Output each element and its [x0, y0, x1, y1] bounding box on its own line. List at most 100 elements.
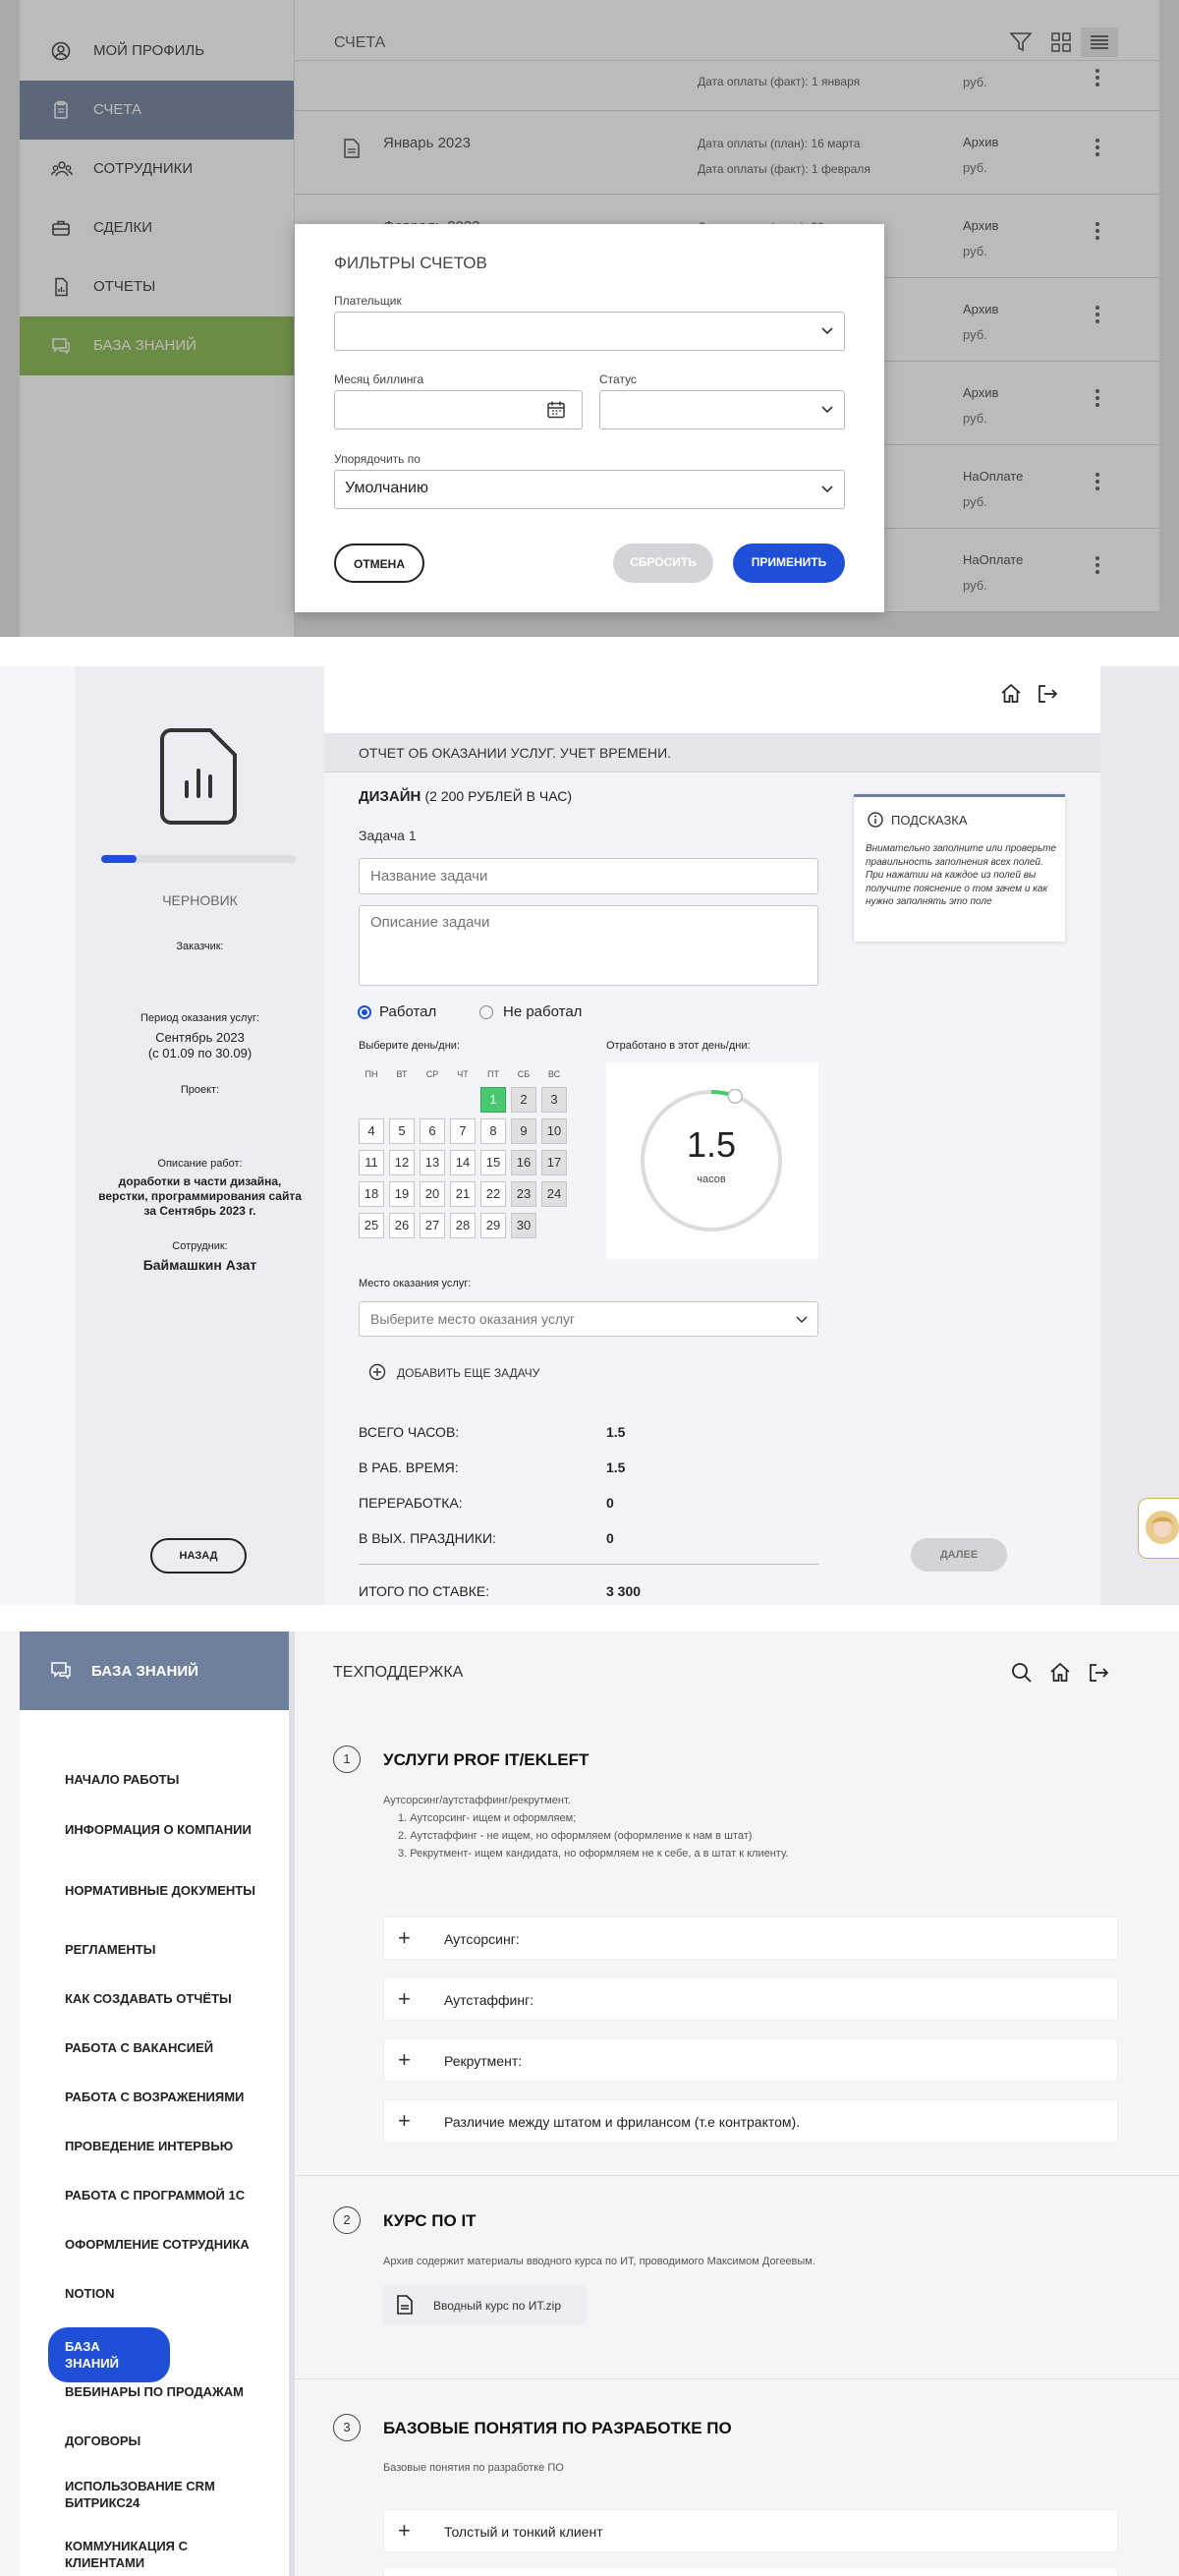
calendar-day[interactable]: 17	[541, 1150, 567, 1175]
home-icon[interactable]	[1000, 683, 1022, 705]
calendar-day[interactable]: 26	[389, 1213, 415, 1238]
calendar-day[interactable]: 7	[450, 1118, 476, 1144]
accordion-label: Рекрутмент:	[444, 2053, 523, 2069]
calendar-day[interactable]: 27	[420, 1213, 445, 1238]
work-label: Описание работ:	[157, 1158, 243, 1170]
calendar-day[interactable]: 1	[480, 1087, 506, 1113]
cancel-button[interactable]: ОТМЕНА	[334, 544, 424, 583]
kb-nav-item[interactable]: КАК СОЗДАВАТЬ ОТЧЁТЫ	[65, 1990, 261, 2007]
calendar-day[interactable]: 12	[389, 1150, 415, 1175]
calendar-day[interactable]: 19	[389, 1181, 415, 1207]
apply-button[interactable]: ПРИМЕНИТЬ	[733, 544, 845, 583]
kb-nav-item[interactable]: НАЧАЛО РАБОТЫ	[65, 1771, 261, 1788]
calendar-day[interactable]: 2	[511, 1087, 536, 1113]
kb-nav-item[interactable]: РАБОТА С ВАКАНСИЕЙ	[65, 2039, 261, 2056]
not-worked-radio[interactable]	[479, 1005, 493, 1019]
kb-nav-item[interactable]: РАБОТА С ВОЗРАЖЕНИЯМИ	[65, 2089, 261, 2105]
calendar-day[interactable]: 10	[541, 1118, 567, 1144]
kb-nav-item[interactable]: ОФОРМЛЕНИЕ СОТРУДНИКА	[65, 2236, 261, 2253]
chevron-down-icon	[796, 1316, 808, 1324]
kb-nav-item[interactable]: ВЕБИНАРЫ ПО ПРОДАЖАМ	[65, 2383, 261, 2400]
kb-nav-item[interactable]: ИНФОРМАЦИЯ О КОМПАНИИ	[65, 1821, 261, 1838]
total-value: 3 300	[606, 1583, 642, 1599]
calendar-day[interactable]: 21	[450, 1181, 476, 1207]
calendar-day[interactable]: 13	[420, 1150, 445, 1175]
place-select[interactable]: Выберите место оказания услуг	[359, 1301, 818, 1337]
calendar-day[interactable]: 28	[450, 1213, 476, 1238]
logout-icon[interactable]	[1037, 683, 1058, 705]
calendar-day[interactable]: 18	[359, 1181, 384, 1207]
calendar-day[interactable]: 4	[359, 1118, 384, 1144]
hours-unit: часов	[697, 1174, 726, 1185]
kb-nav-item[interactable]: КОММУНИКАЦИЯ С КЛИЕНТАМИ	[65, 2538, 261, 2571]
calendar-day[interactable]: 6	[420, 1118, 445, 1144]
accordion-item[interactable]: + Аутстаффинг:	[383, 1977, 1118, 2021]
payer-select[interactable]	[334, 312, 845, 351]
logout-icon[interactable]	[1088, 1662, 1109, 1684]
calendar-day[interactable]: 16	[511, 1150, 536, 1175]
sort-label: Упорядочить по	[334, 452, 421, 466]
add-circle-icon[interactable]	[368, 1363, 386, 1381]
customer-label: Заказчик:	[176, 941, 224, 952]
calendar-day[interactable]: 15	[480, 1150, 506, 1175]
report-title: ОТЧЕТ ОБ ОКАЗАНИИ УСЛУГ. УЧЕТ ВРЕМЕНИ.	[359, 745, 672, 761]
section-number: 2	[333, 2206, 361, 2234]
sort-select[interactable]: Умолчанию	[334, 470, 845, 509]
calendar-day[interactable]: 3	[541, 1087, 567, 1113]
task-name-input[interactable]	[359, 858, 818, 894]
calendar-day[interactable]: 9	[511, 1118, 536, 1144]
calendar-day[interactable]: 5	[389, 1118, 415, 1144]
avatar[interactable]	[1146, 1511, 1179, 1544]
calendar-day[interactable]: 22	[480, 1181, 506, 1207]
section-number: 3	[333, 2414, 361, 2441]
calendar-day[interactable]: 30	[511, 1213, 536, 1238]
period-range: (с 01.09 по 30.09)	[147, 1046, 253, 1060]
calendar-day[interactable]: 11	[359, 1150, 384, 1175]
weekday-label: ВС	[547, 1069, 561, 1079]
kb-nav-item[interactable]: ДОГОВОРЫ	[65, 2433, 261, 2449]
progress-bar	[101, 855, 296, 863]
kb-nav-item[interactable]: РЕГЛАМЕНТЫ	[65, 1941, 261, 1958]
add-task-button[interactable]: ДОБАВИТЬ ЕЩЕ ЗАДАЧУ	[397, 1366, 539, 1380]
kb-nav-item[interactable]: РАБОТА С ПРОГРАММОЙ 1С	[65, 2187, 261, 2204]
calendar-day[interactable]: 23	[511, 1181, 536, 1207]
kb-nav-item[interactable]: ИСПОЛЬЗОВАНИЕ CRM БИТРИКС24	[65, 2478, 261, 2511]
home-icon[interactable]	[1049, 1662, 1071, 1684]
calendar-icon[interactable]	[546, 400, 566, 420]
hours-dial-handle[interactable]	[727, 1089, 743, 1105]
accordion-item[interactable]: + Рекрутмент:	[383, 2038, 1118, 2082]
screen-knowledge-base: БАЗА ЗНАНИЙ ТЕХПОДДЕРЖКА 1 УСЛУГИ PROF I…	[0, 1631, 1179, 2576]
calendar-day[interactable]: 24	[541, 1181, 567, 1207]
kb-nav-item[interactable]: NOTION	[65, 2285, 261, 2302]
calendar-day[interactable]: 14	[450, 1150, 476, 1175]
calendar-day[interactable]: 8	[480, 1118, 506, 1144]
worked-radio[interactable]	[358, 1005, 371, 1019]
summary-value: 0	[606, 1530, 614, 1546]
next-button[interactable]: ДАЛЕЕ	[911, 1538, 1007, 1572]
accordion-item[interactable]: +	[383, 2567, 1118, 2576]
calendar-day[interactable]: 29	[480, 1213, 506, 1238]
calendar-day[interactable]: 25	[359, 1213, 384, 1238]
task-description-input[interactable]	[359, 905, 818, 986]
calendar-day[interactable]: 20	[420, 1181, 445, 1207]
back-button[interactable]: НАЗАД	[150, 1538, 247, 1574]
employee-label: Сотрудник:	[172, 1240, 228, 1252]
kb-nav-item[interactable]: НОРМАТИВНЫЕ ДОКУМЕНТЫ	[65, 1882, 261, 1899]
filters-modal: ФИЛЬТРЫ СЧЕТОВ Плательщик Месяц биллинга…	[295, 224, 884, 612]
weekday-label: ВТ	[396, 1069, 408, 1079]
status-select[interactable]	[599, 390, 845, 429]
kb-nav-item[interactable]: ПРОВЕДЕНИЕ ИНТЕРВЬЮ	[65, 2138, 261, 2154]
accordion-item[interactable]: + Аутсорсинг:	[383, 1917, 1118, 1960]
month-label: Месяц биллинга	[334, 372, 424, 386]
accordion-item[interactable]: + Толстый и тонкий клиент	[383, 2509, 1118, 2552]
search-icon[interactable]	[1011, 1662, 1033, 1684]
accordion-item[interactable]: + Различие между штатом и фрилансом (т.е …	[383, 2099, 1118, 2143]
divider	[359, 1564, 818, 1565]
status-label: Статус	[599, 372, 637, 386]
section-title: БАЗОВЫЕ ПОНЯТИЯ ПО РАЗРАБОТКЕ ПО	[383, 2419, 732, 2437]
modal-title: ФИЛЬТРЫ СЧЕТОВ	[334, 254, 487, 272]
reset-button[interactable]: СБРОСИТЬ	[613, 544, 713, 583]
kb-nav-item[interactable]: БАЗА ЗНАНИЙ	[48, 2327, 170, 2382]
plus-icon: +	[398, 1925, 411, 1950]
section-list-item: 3. Рекрутмент- ищем кандидата, но оформл…	[398, 1848, 789, 1860]
